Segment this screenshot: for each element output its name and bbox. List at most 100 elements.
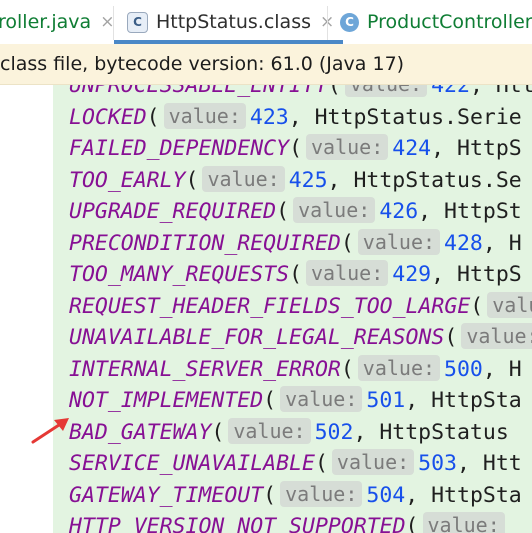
code-line: SERVICE_UNAVAILABLE(value: 503, Htt <box>69 448 522 479</box>
series-reference: HttpS <box>457 136 522 161</box>
parameter-hint: value: <box>357 228 441 255</box>
comma: , <box>482 230 509 256</box>
code-line: TOO_MANY_REQUESTS(value: 429, HttpS <box>69 259 522 290</box>
comma: , <box>457 451 483 476</box>
enum-constant: UPGRADE_REQUIRED <box>69 199 277 224</box>
parameter-hint: value: <box>228 417 311 444</box>
red-arrow-icon <box>31 418 69 444</box>
comma: , <box>405 482 432 508</box>
enum-constant: HTTP_VERSION_NOT_SUPPORTED <box>69 514 406 533</box>
open-paren: ( <box>185 167 199 193</box>
series-reference: H <box>508 230 522 256</box>
tab-httpstatus-class[interactable]: C HttpStatus.class × <box>114 0 344 44</box>
series-reference: H <box>508 356 522 382</box>
open-paren: ( <box>444 325 458 350</box>
series-reference: HttpStatus.Serie <box>314 104 522 130</box>
code-line: UPGRADE_REQUIRED(value: 426, HttpSt <box>69 196 522 227</box>
open-paren: ( <box>314 451 328 476</box>
series-reference: HttpS <box>457 262 522 287</box>
parameter-hint: value: <box>202 165 285 192</box>
comma: , <box>431 262 457 287</box>
status-code-value: 424 <box>392 136 432 161</box>
enum-constant: NOT_IMPLEMENTED <box>69 388 264 413</box>
comma: , <box>469 85 496 98</box>
open-paren: ( <box>405 514 419 533</box>
parameter-hint: value: <box>331 449 415 475</box>
code-line: BAD_GATEWAY(value: 502, HttpStatus <box>69 417 509 448</box>
open-paren: ( <box>289 136 303 161</box>
comma: , <box>405 388 432 413</box>
parameter-hint: value: <box>280 386 363 412</box>
series-reference: Htt <box>482 451 522 476</box>
open-paren: ( <box>327 85 341 98</box>
code-line: UNPROCESSABLE_ENTITY(value:422, HttpStat… <box>69 85 532 101</box>
parameter-hint: value: <box>280 480 363 507</box>
open-paren: ( <box>276 199 290 224</box>
comma: , <box>288 104 315 130</box>
status-code-value: 504 <box>366 482 406 508</box>
code-line: HTTP_VERSION_NOT_SUPPORTED(value: <box>69 511 509 533</box>
parameter-hint: value: <box>422 512 505 533</box>
enum-constant: UNAVAILABLE_FOR_LEGAL_REASONS <box>69 325 445 350</box>
tab-label: HttpStatus.class <box>156 11 311 33</box>
tab-label: ProductController.j <box>367 11 532 33</box>
status-code-value: 426 <box>379 199 419 224</box>
banner-text: class file, bytecode version: 61.0 (Java… <box>0 53 405 75</box>
parameter-hint: value: <box>344 85 428 97</box>
parameter-hint: value: <box>461 323 532 349</box>
open-paren: ( <box>340 356 354 382</box>
code-line: FAILED_DEPENDENCY(value: 424, HttpS <box>69 133 522 164</box>
code-line: INTERNAL_SERVER_ERROR(value: 500, H <box>69 354 522 385</box>
open-paren: ( <box>470 293 484 319</box>
enum-constant: FAILED_DEPENDENCY <box>69 136 290 161</box>
comma: , <box>482 356 509 382</box>
enum-constant: GATEWAY_TIMEOUT <box>69 482 264 508</box>
code-line: TOO_EARLY(value: 425, HttpStatus.Se <box>69 165 522 196</box>
code-line: LOCKED(value: 423, HttpStatus.Serie <box>69 102 522 133</box>
status-code-value: 503 <box>418 451 457 476</box>
tab-productcontroller-java[interactable]: C ProductController.j <box>340 0 532 44</box>
status-code-value: 423 <box>249 104 289 130</box>
tab-divider <box>327 6 328 40</box>
series-reference: HttpStatus.Serie <box>495 85 532 98</box>
enum-constant: PRECONDITION_REQUIRED <box>69 230 341 256</box>
parameter-hint: value: <box>306 260 389 286</box>
open-paren: ( <box>263 482 277 508</box>
comma: , <box>327 167 354 193</box>
parameter-hint: value: <box>306 134 389 160</box>
status-code-value: 425 <box>288 167 328 193</box>
status-code-value: 422 <box>431 85 470 98</box>
code-editor[interactable]: UNPROCESSABLE_ENTITY(value:422, HttpStat… <box>53 85 532 533</box>
series-reference: HttpStatus <box>379 419 509 445</box>
parameter-hint: value: <box>163 102 246 129</box>
code-line: GATEWAY_TIMEOUT(value: 504, HttpSta <box>69 480 522 511</box>
comma: , <box>353 419 380 445</box>
comma: , <box>431 136 457 161</box>
status-code-value: 502 <box>314 419 354 445</box>
bytecode-info-banner: class file, bytecode version: 61.0 (Java… <box>0 44 532 85</box>
tab-label: roller.java <box>0 11 92 33</box>
status-code-value: 500 <box>444 356 483 382</box>
parameter-hint: value: <box>357 354 441 381</box>
enum-constant: REQUEST_HEADER_FIELDS_TOO_LARGE <box>69 293 471 319</box>
enum-constant: TOO_EARLY <box>69 167 186 193</box>
editor-gutter <box>0 85 53 533</box>
code-line: NOT_IMPLEMENTED(value: 501, HttpSta <box>69 385 522 416</box>
enum-constant: TOO_MANY_REQUESTS <box>69 262 290 287</box>
class-file-icon: C <box>127 11 148 33</box>
java-class-icon: C <box>340 12 359 32</box>
tab-controller-java[interactable]: roller.java × <box>0 0 114 44</box>
parameter-hint: value: <box>293 197 376 223</box>
enum-constant: LOCKED <box>69 104 147 130</box>
editor-tab-bar: roller.java × C HttpStatus.class × C Pro… <box>0 0 532 44</box>
enum-constant: SERVICE_UNAVAILABLE <box>69 451 315 476</box>
series-reference: HttpStatus.Se <box>353 167 522 193</box>
enum-constant: BAD_GATEWAY <box>69 419 212 445</box>
parameter-hint: value: <box>487 291 532 318</box>
enum-constant: UNPROCESSABLE_ENTITY <box>69 85 328 98</box>
code-line: PRECONDITION_REQUIRED(value: 428, H <box>69 228 522 259</box>
code-line: UNAVAILABLE_FOR_LEGAL_REASONS(value: <box>69 322 532 353</box>
status-code-value: 428 <box>444 230 483 256</box>
open-paren: ( <box>289 262 303 287</box>
code-line: REQUEST_HEADER_FIELDS_TOO_LARGE(value: <box>69 291 532 322</box>
